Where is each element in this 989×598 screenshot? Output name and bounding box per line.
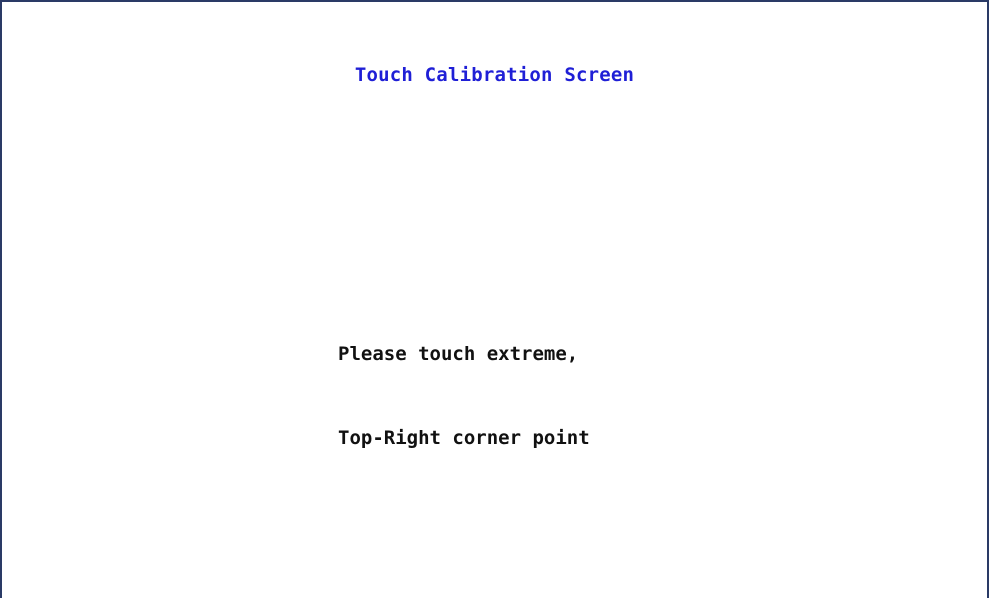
- page-title: Touch Calibration Screen: [354, 64, 635, 86]
- calibration-instruction: Please touch extreme, Top-Right corner p…: [338, 284, 590, 508]
- instruction-line-1: Please touch extreme,: [338, 343, 579, 365]
- calibration-screen[interactable]: Touch Calibration Screen Please touch ex…: [0, 0, 989, 598]
- instruction-line-2: Top-Right corner point: [338, 427, 590, 449]
